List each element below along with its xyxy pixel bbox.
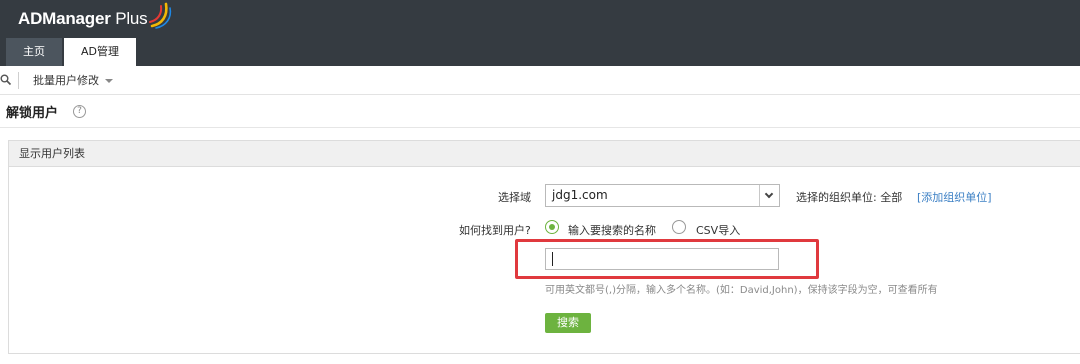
find-user-label: 如何找到用户? (459, 224, 531, 237)
search-button[interactable]: 搜索 (545, 313, 591, 333)
search-icon[interactable] (0, 74, 12, 86)
page-title: 解锁用户 (6, 106, 59, 121)
bulk-user-modify-label: 批量用户修改 (33, 74, 99, 87)
ou-label: 选择的组织单位: 全部 (796, 191, 903, 204)
help-icon[interactable]: ? (73, 105, 86, 118)
chevron-down-icon (764, 189, 774, 199)
app-header: ADManager Plus 主页 AD管理 (0, 0, 1080, 66)
toolbar-divider (18, 72, 19, 89)
add-ou-link[interactable]: [添加组织单位] (917, 189, 992, 205)
logo-text: ADManager Plus (18, 9, 148, 28)
panel-header: 显示用户列表 (9, 141, 1080, 167)
domain-label: 选择域 (498, 191, 531, 204)
app-logo[interactable]: ADManager Plus (18, 2, 172, 32)
domain-select[interactable]: jdg1.com (545, 184, 780, 207)
main-tabs: 主页 AD管理 (6, 38, 138, 66)
sub-toolbar: 批量用户修改 (0, 66, 1080, 95)
name-search-input[interactable] (545, 248, 779, 270)
chevron-down-icon (105, 79, 113, 83)
tab-home[interactable]: 主页 (6, 38, 62, 66)
logo-swoosh-icon (149, 2, 172, 29)
page-title-row: 解锁用户 ? (0, 95, 1080, 128)
domain-select-value: jdg1.com (552, 188, 608, 202)
radio-search-by-name-label[interactable]: 输入要搜索的名称 (568, 222, 656, 238)
name-input-hint: 可用英文都号(,)分隔，输入多个名称。(如：David,John)，保持该字段为… (545, 285, 938, 296)
radio-csv-import[interactable] (672, 220, 686, 234)
text-cursor (552, 252, 553, 266)
tab-ad-management[interactable]: AD管理 (64, 38, 136, 66)
radio-search-by-name[interactable] (545, 220, 559, 234)
domain-select-button[interactable] (759, 185, 779, 206)
bulk-user-modify-menu[interactable]: 批量用户修改 (33, 66, 113, 95)
radio-csv-import-label[interactable]: CSV导入 (696, 222, 740, 238)
